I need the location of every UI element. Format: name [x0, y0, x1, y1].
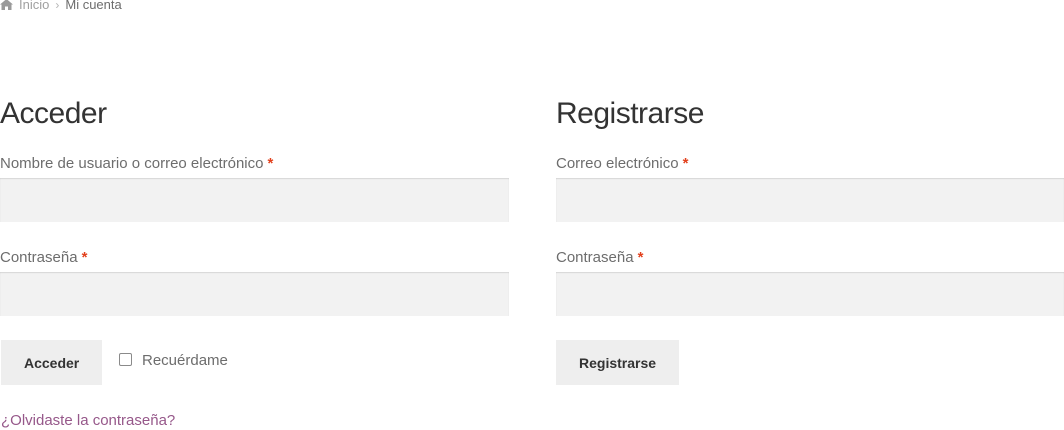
remember-checkbox[interactable] — [119, 352, 132, 366]
register-title: Registrarse — [556, 97, 704, 130]
required-mark: * — [81, 249, 88, 266]
register-password-input[interactable] — [556, 272, 1064, 316]
password-label: Contraseña * — [0, 249, 87, 266]
register-password-label: Contraseña * — [556, 249, 643, 266]
remember-label: Recuérdame — [142, 352, 228, 369]
username-input[interactable] — [0, 178, 509, 222]
password-label-text: Contraseña — [0, 249, 78, 266]
home-icon[interactable] — [0, 0, 13, 10]
remember-me[interactable]: Recuérdame — [119, 352, 228, 369]
username-label-text: Nombre de usuario o correo electrónico — [0, 155, 264, 172]
required-mark: * — [267, 155, 274, 172]
login-button[interactable]: Acceder — [1, 340, 103, 385]
register-button[interactable]: Registrarse — [556, 340, 680, 385]
username-label: Nombre de usuario o correo electrónico * — [0, 155, 273, 172]
lost-password-link[interactable]: ¿Olvidaste la contraseña? — [1, 412, 175, 429]
breadcrumb: Inicio › Mi cuenta — [0, 0, 122, 12]
breadcrumb-separator: › — [55, 0, 60, 12]
breadcrumb-home-link[interactable]: Inicio — [19, 0, 49, 12]
required-mark: * — [637, 249, 644, 266]
email-label-text: Correo electrónico — [556, 155, 679, 172]
register-email-input[interactable] — [556, 178, 1064, 222]
required-mark: * — [682, 155, 689, 172]
email-label: Correo electrónico * — [556, 155, 688, 172]
login-title: Acceder — [0, 97, 107, 130]
password-input[interactable] — [0, 272, 509, 316]
breadcrumb-current: Mi cuenta — [65, 0, 122, 12]
register-password-label-text: Contraseña — [556, 249, 634, 266]
